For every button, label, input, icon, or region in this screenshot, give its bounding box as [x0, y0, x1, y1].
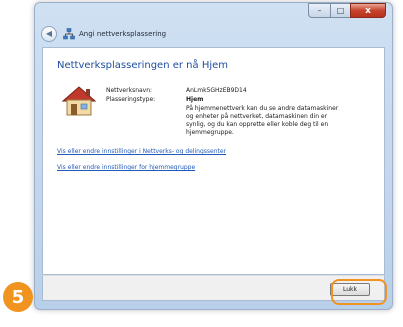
network-icon	[63, 27, 75, 39]
caption-buttons: – □ x	[308, 3, 386, 18]
window-title: Angi nettverksplassering	[79, 29, 167, 38]
step-badge: 5	[3, 282, 33, 312]
dialog-window: – □ x ◀ Angi nettverksplassering Nettver…	[34, 2, 393, 310]
close-button-highlight	[331, 279, 387, 305]
homegroup-settings-link[interactable]: Vis eller endre innstillinger for hjemme…	[57, 164, 195, 171]
network-name-value: AnLmk5GHzEB9D14	[186, 87, 247, 94]
network-name-label: Nettverksnavn:	[106, 87, 153, 94]
network-sharing-center-link[interactable]: Vis eller endre innstillinger i Nettverk…	[57, 148, 226, 155]
location-type-row: Plasseringstype: Hjem	[106, 96, 346, 104]
home-icon	[61, 86, 97, 116]
maximize-button[interactable]: □	[330, 3, 350, 18]
network-info: Nettverksnavn: AnLmk5GHzEB9D14 Plasserin…	[106, 87, 346, 137]
back-arrow-icon[interactable]: ◀	[41, 25, 57, 42]
page-title: Nettverksplasseringen er nå Hjem	[57, 60, 229, 71]
network-name-row: Nettverksnavn: AnLmk5GHzEB9D14	[106, 87, 346, 95]
window-header: ◀ Angi nettverksplassering	[35, 21, 392, 46]
location-description: På hjemmenettverk kan du se andre datama…	[186, 105, 339, 136]
content-panel: Nettverksplasseringen er nå Hjem Nettver…	[42, 47, 385, 275]
close-window-button[interactable]: x	[350, 3, 386, 18]
location-type-value: Hjem	[186, 96, 204, 103]
minimize-button[interactable]: –	[308, 3, 330, 18]
location-type-label: Plasseringstype:	[106, 96, 156, 103]
